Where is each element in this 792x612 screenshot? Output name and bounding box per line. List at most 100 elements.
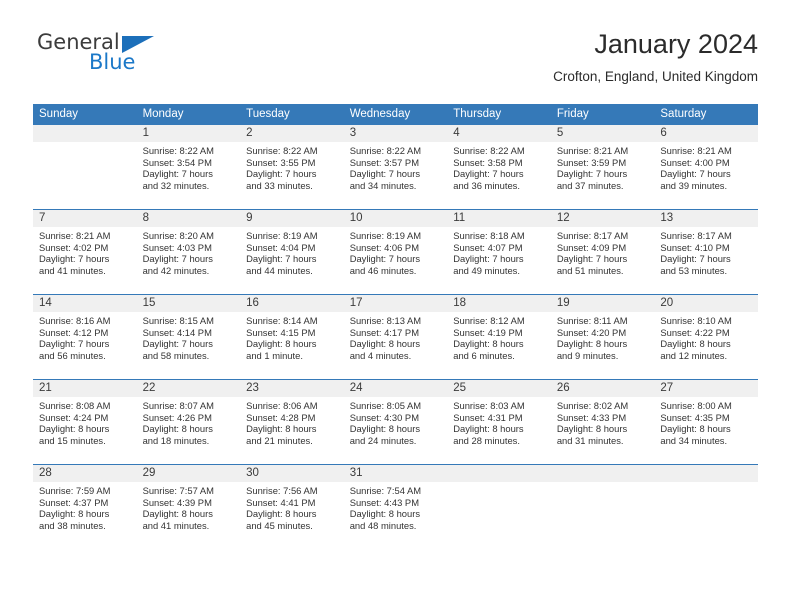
day-number: 21 [33,380,137,397]
daylight-text-line1: Daylight: 8 hours [556,423,628,435]
calendar-day-cell[interactable]: 5 Sunrise: 8:21 AM Sunset: 3:59 PM Daylight… [550,125,655,210]
daylight-text-line1: Daylight: 7 hours [39,253,110,265]
sunrise-text: Sunrise: 8:13 AM [349,315,422,326]
day-cell-inner: 18 Sunrise: 8:12 AM Sunset: 4:19 PM Dayligh… [447,295,551,379]
daylight-text-line1: Daylight: 7 hours [660,168,731,180]
day-details: Sunrise: 8:21 AM Sunset: 4:02 PM Daylight:… [33,227,137,276]
daylight-text-line1: Daylight: 7 hours [556,168,628,180]
day-cell-inner: 26 Sunrise: 8:02 AM Sunset: 4:33 PM Dayligh… [550,380,655,464]
daylight-text-line1: Daylight: 7 hours [39,338,110,350]
sunrise-text: Sunrise: 8:21 AM [660,145,732,156]
day-number: 3 [343,125,448,142]
calendar-day-cell[interactable]: 10 Sunrise: 8:19 AM Sunset: 4:06 PM Dayligh… [343,209,448,295]
daylight-text-line1: Daylight: 8 hours [349,423,421,435]
calendar-day-cell[interactable]: 22 Sunrise: 8:07 AM Sunset: 4:26 PM Dayligh… [136,379,241,465]
day-number: 5 [550,125,655,142]
sunrise-text: Sunrise: 8:22 AM [142,145,214,156]
calendar-day-cell[interactable]: 21 Sunrise: 8:08 AM Sunset: 4:24 PM Dayligh… [33,379,137,465]
calendar-day-cell[interactable]: 9 Sunrise: 8:19 AM Sunset: 4:04 PM Daylight… [240,209,344,295]
calendar-day-cell[interactable]: 1 Sunrise: 8:22 AM Sunset: 3:54 PM Daylight… [136,125,241,210]
sunset-text: Sunset: 4:02 PM [39,241,109,253]
day-cell-inner [33,125,137,209]
calendar-day-cell[interactable]: 12 Sunrise: 8:17 AM Sunset: 4:09 PM Dayligh… [550,209,655,295]
weekday-header-wednesday: Wednesday [343,104,448,125]
daylight-text-line1: Daylight: 8 hours [660,338,731,350]
calendar-day-cell[interactable]: 28 Sunrise: 7:59 AM Sunset: 4:37 PM Dayligh… [33,464,137,549]
day-cell-inner: 19 Sunrise: 8:11 AM Sunset: 4:20 PM Dayligh… [550,295,655,379]
sunrise-text: Sunrise: 8:21 AM [39,230,111,241]
day-number: 14 [33,295,137,312]
day-details: Sunrise: 8:02 AM Sunset: 4:33 PM Daylight:… [551,397,655,446]
day-details: Sunrise: 8:22 AM Sunset: 3:58 PM Daylight:… [447,142,551,191]
general-blue-logo[interactable]: General Blue [33,28,293,84]
calendar-day-cell[interactable]: 14 Sunrise: 8:16 AM Sunset: 4:12 PM Dayligh… [33,294,137,380]
calendar-day-cell[interactable]: 17 Sunrise: 8:13 AM Sunset: 4:17 PM Dayligh… [343,294,448,380]
calendar-day-cell[interactable]: 4 Sunrise: 8:22 AM Sunset: 3:58 PM Daylight… [447,125,551,210]
calendar-day-cell[interactable]: 2 Sunrise: 8:22 AM Sunset: 3:55 PM Daylight… [240,125,344,210]
day-number: 29 [136,465,241,482]
daylight-text-line1: Daylight: 7 hours [556,253,628,265]
sunset-text: Sunset: 4:15 PM [246,326,316,338]
sunrise-text: Sunrise: 8:07 AM [142,400,214,411]
sunset-text: Sunset: 4:30 PM [349,411,419,423]
daylight-text-line2: and 33 minutes. [246,179,313,191]
calendar-day-cell[interactable]: 29 Sunrise: 7:57 AM Sunset: 4:39 PM Dayligh… [136,464,241,549]
weekday-header-tuesday: Tuesday [240,104,344,125]
sunset-text: Sunset: 3:55 PM [246,156,316,168]
daylight-text-line1: Daylight: 8 hours [349,338,421,350]
day-number [654,465,758,482]
day-number: 2 [240,125,344,142]
daylight-text-line2: and 46 minutes. [349,264,417,276]
daylight-text-line2: and 21 minutes. [246,434,313,446]
day-details: Sunrise: 8:17 AM Sunset: 4:10 PM Daylight:… [654,227,758,276]
day-details: Sunrise: 8:21 AM Sunset: 3:59 PM Daylight:… [551,142,655,191]
calendar-day-cell[interactable]: 18 Sunrise: 8:12 AM Sunset: 4:19 PM Dayligh… [447,294,551,380]
day-details: Sunrise: 8:08 AM Sunset: 4:24 PM Daylight:… [33,397,137,446]
daylight-text-line2: and 58 minutes. [142,349,210,361]
calendar-day-cell[interactable]: 6 Sunrise: 8:21 AM Sunset: 4:00 PM Daylight… [654,125,758,210]
calendar-day-cell[interactable]: 26 Sunrise: 8:02 AM Sunset: 4:33 PM Dayligh… [550,379,655,465]
day-details: Sunrise: 8:22 AM Sunset: 3:55 PM Daylight:… [240,142,344,191]
day-cell-inner: 12 Sunrise: 8:17 AM Sunset: 4:09 PM Dayligh… [550,210,655,294]
day-number: 18 [447,295,551,312]
calendar-day-cell[interactable]: 8 Sunrise: 8:20 AM Sunset: 4:03 PM Daylight… [136,209,241,295]
calendar-day-cell[interactable]: 7 Sunrise: 8:21 AM Sunset: 4:02 PM Daylight… [33,209,137,295]
calendar-day-cell[interactable]: 15 Sunrise: 8:15 AM Sunset: 4:14 PM Dayligh… [136,294,241,380]
calendar-day-cell[interactable]: 20 Sunrise: 8:10 AM Sunset: 4:22 PM Dayligh… [654,294,758,380]
day-number [550,465,655,482]
day-details: Sunrise: 8:19 AM Sunset: 4:04 PM Daylight:… [240,227,344,276]
sunset-text: Sunset: 4:31 PM [453,411,523,423]
weekday-header-monday: Monday [136,104,241,125]
sunrise-text: Sunrise: 8:06 AM [246,400,318,411]
day-cell-inner: 9 Sunrise: 8:19 AM Sunset: 4:04 PM Daylight… [240,210,344,294]
calendar-day-cell[interactable]: 16 Sunrise: 8:14 AM Sunset: 4:15 PM Dayligh… [240,294,344,380]
day-number: 4 [447,125,551,142]
day-number: 24 [343,380,448,397]
calendar-day-cell[interactable]: 11 Sunrise: 8:18 AM Sunset: 4:07 PM Dayligh… [447,209,551,295]
day-number: 15 [136,295,241,312]
calendar-day-cell[interactable]: 27 Sunrise: 8:00 AM Sunset: 4:35 PM Dayligh… [654,379,758,465]
calendar-day-cell[interactable]: 24 Sunrise: 8:05 AM Sunset: 4:30 PM Dayligh… [343,379,448,465]
daylight-text-line2: and 32 minutes. [142,179,210,191]
calendar-day-cell[interactable]: 3 Sunrise: 8:22 AM Sunset: 3:57 PM Daylight… [343,125,448,210]
day-details: Sunrise: 8:18 AM Sunset: 4:07 PM Daylight:… [447,227,551,276]
calendar-day-cell[interactable]: 30 Sunrise: 7:56 AM Sunset: 4:41 PM Dayligh… [240,464,344,549]
sunrise-text: Sunrise: 8:20 AM [142,230,214,241]
daylight-text-line1: Daylight: 7 hours [142,253,213,265]
calendar-day-cell[interactable]: 31 Sunrise: 7:54 AM Sunset: 4:43 PM Dayligh… [343,464,448,549]
sunrise-text: Sunrise: 8:10 AM [660,315,732,326]
day-number: 10 [343,210,448,227]
logo-text-blue: Blue [89,50,136,74]
day-cell-inner: 11 Sunrise: 8:18 AM Sunset: 4:07 PM Dayligh… [447,210,551,294]
day-number: 31 [343,465,448,482]
calendar-day-cell[interactable]: 13 Sunrise: 8:17 AM Sunset: 4:10 PM Dayligh… [654,209,758,295]
calendar-day-cell[interactable]: 23 Sunrise: 8:06 AM Sunset: 4:28 PM Dayligh… [240,379,344,465]
day-details: Sunrise: 8:13 AM Sunset: 4:17 PM Daylight:… [344,312,448,361]
day-cell-inner: 30 Sunrise: 7:56 AM Sunset: 4:41 PM Dayligh… [240,465,344,549]
calendar-day-cell[interactable]: 19 Sunrise: 8:11 AM Sunset: 4:20 PM Dayligh… [550,294,655,380]
calendar-day-cell [33,125,137,210]
calendar-day-cell[interactable]: 25 Sunrise: 8:03 AM Sunset: 4:31 PM Dayligh… [447,379,551,465]
day-cell-inner: 23 Sunrise: 8:06 AM Sunset: 4:28 PM Dayligh… [240,380,344,464]
day-cell-inner: 4 Sunrise: 8:22 AM Sunset: 3:58 PM Daylight… [447,125,551,209]
calendar-grid: Sunday Monday Tuesday Wednesday Thursday… [33,104,758,549]
